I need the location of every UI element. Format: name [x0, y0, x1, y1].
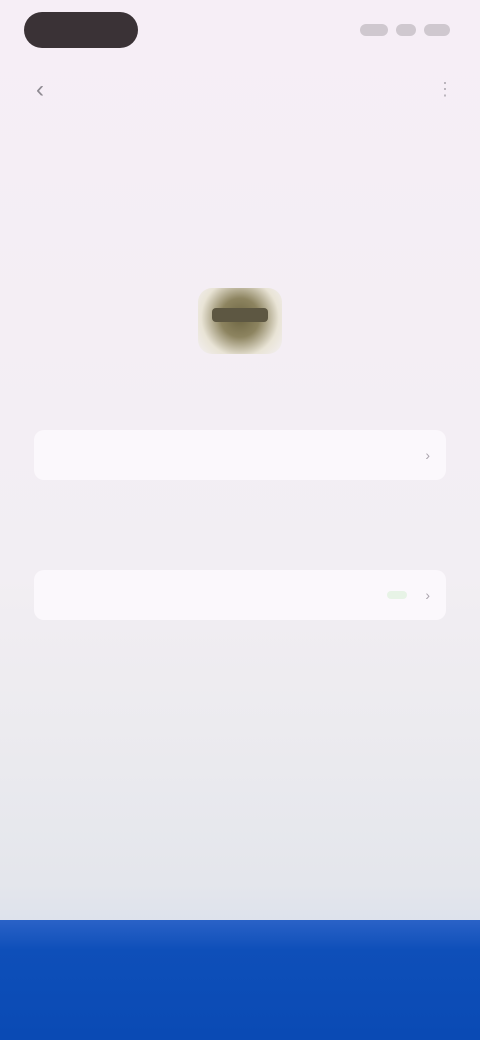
signal-icon [360, 24, 388, 36]
more-icon[interactable]: ⋮ [434, 78, 456, 100]
navigation-bar: ‹ ⋮ [0, 62, 480, 118]
nav-actions: ⋮ [434, 78, 456, 100]
detail-row-1[interactable]: › [34, 430, 446, 480]
primary-button[interactable] [0, 920, 480, 1040]
status-bar [0, 0, 480, 60]
status-time-pill [24, 12, 138, 48]
chevron-right-icon: › [425, 587, 430, 603]
chevron-right-icon: › [425, 447, 430, 463]
wifi-icon [396, 24, 416, 36]
back-arrow-icon[interactable]: ‹ [26, 76, 54, 104]
detail-row-2[interactable]: › [34, 570, 446, 620]
status-badge [387, 591, 408, 599]
app-logo-icon [198, 288, 282, 354]
battery-icon [424, 24, 450, 36]
status-icons [360, 24, 450, 36]
